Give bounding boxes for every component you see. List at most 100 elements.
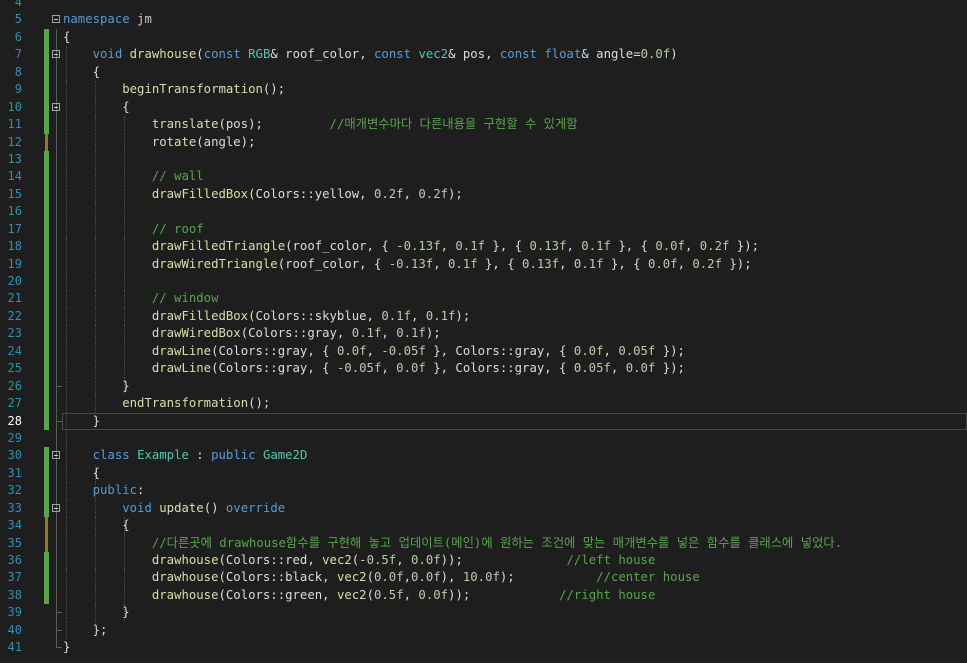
collapse-icon[interactable] — [52, 503, 60, 512]
collapse-icon[interactable] — [52, 50, 60, 59]
code-token: drawLine — [151, 361, 212, 376]
code-line[interactable]: 15 drawFilledBox(Colors::yellow, 0.2f, 0… — [0, 185, 967, 204]
code-line[interactable]: 11 translate(pos); //매개변수마다 다른내용을 구현할 수 … — [0, 116, 967, 134]
code-text[interactable]: drawWiredTriangle(roof_color, { -0.13f, … — [63, 256, 752, 273]
code-line[interactable]: 23 drawWiredBox(Colors::gray, 0.1f, 0.1f… — [0, 325, 967, 343]
code-token: , — [403, 186, 419, 201]
code-line[interactable]: 6{ — [0, 28, 967, 47]
code-line[interactable]: 32 public: — [0, 482, 967, 500]
code-line[interactable]: 26 } — [0, 377, 967, 396]
code-line[interactable]: 25 drawLine(Colors::gray, { -0.05f, 0.0f… — [0, 360, 967, 378]
code-text[interactable]: { — [63, 517, 129, 534]
code-text[interactable]: rotate(angle); — [63, 134, 256, 151]
code-text[interactable]: namespace jm — [63, 11, 152, 28]
code-line[interactable]: 4 — [0, 0, 967, 11]
code-line[interactable]: 30 class Example : public Game2D — [0, 447, 967, 465]
code-text[interactable]: } — [63, 378, 129, 395]
code-text[interactable]: class Example : public Game2D — [63, 447, 308, 464]
code-line[interactable]: 17 // roof — [0, 220, 967, 239]
code-text[interactable]: void drawhouse(const RGB& roof_color, co… — [63, 46, 678, 63]
code-line[interactable]: 38 drawhouse(Colors::green, vec2(0.5f, 0… — [0, 586, 967, 605]
code-text[interactable]: drawhouse(Colors::black, vec2(0.0f,0.0f)… — [63, 569, 700, 586]
code-line[interactable]: 16 — [0, 203, 967, 221]
code-line[interactable]: 20 — [0, 273, 967, 291]
code-token: float — [544, 47, 582, 62]
code-text[interactable]: drawFilledBox(Colors::yellow, 0.2f, 0.2f… — [63, 186, 463, 203]
code-text[interactable]: }; — [63, 622, 108, 639]
code-text[interactable]: drawFilledTriangle(roof_color, { -0.13f,… — [63, 238, 759, 255]
code-text[interactable]: drawhouse(Colors::green, vec2(0.5f, 0.0f… — [63, 587, 656, 604]
code-text[interactable]: { — [63, 465, 100, 482]
change-indicator — [44, 255, 49, 273]
code-text[interactable]: } — [63, 413, 100, 430]
code-line[interactable]: 36 drawhouse(Colors::red, vec2(-0.5f, 0.… — [0, 552, 967, 570]
code-text[interactable]: drawWiredBox(Colors::gray, 0.1f, 0.1f); — [63, 325, 441, 342]
code-text[interactable]: public: — [63, 482, 145, 499]
code-token: , — [381, 361, 397, 376]
code-text[interactable]: endTransformation(); — [63, 395, 270, 412]
code-line[interactable]: 31 { — [0, 464, 967, 483]
code-line[interactable]: 19 drawWiredTriangle(roof_color, { -0.13… — [0, 255, 967, 273]
code-text[interactable]: { — [63, 99, 129, 116]
code-line[interactable]: 39 } — [0, 604, 967, 622]
change-indicator — [44, 116, 49, 134]
code-line[interactable]: 9 beginTransformation(); — [0, 81, 967, 99]
code-text[interactable]: //다른곳에 drawhouse함수를 구현해 놓고 업데이트(메인)에 원하는… — [63, 535, 842, 552]
code-text[interactable]: void update() override — [63, 500, 285, 517]
code-token: (Colors::gray, — [240, 326, 352, 341]
code-token: drawhouse — [151, 553, 219, 567]
code-token: , — [410, 308, 426, 323]
code-text[interactable]: // roof — [63, 221, 204, 238]
code-text[interactable]: { — [63, 64, 100, 81]
code-text[interactable]: drawLine(Colors::gray, { -0.05f, 0.0f },… — [63, 360, 685, 377]
code-token: (angle); — [196, 134, 256, 149]
code-line[interactable]: 29 — [0, 429, 967, 448]
code-token: namespace — [63, 12, 130, 27]
code-token: ( — [366, 570, 374, 585]
code-text[interactable]: // wall — [63, 168, 204, 185]
code-line[interactable]: 27 endTransformation(); — [0, 395, 967, 413]
code-line[interactable]: 7 void drawhouse(const RGB& roof_color, … — [0, 46, 967, 64]
fold-guide — [56, 28, 57, 47]
code-line[interactable]: 13 — [0, 150, 967, 169]
code-line[interactable]: 10 { — [0, 98, 967, 117]
code-line[interactable]: 8 { — [0, 63, 967, 82]
code-line[interactable]: 21 // window — [0, 290, 967, 308]
code-line[interactable]: 12 rotate(angle); — [0, 133, 967, 151]
collapse-icon[interactable] — [52, 102, 60, 111]
code-text[interactable]: beginTransformation(); — [63, 81, 285, 98]
code-line[interactable]: 28 } — [0, 412, 967, 430]
code-line[interactable]: 37 drawhouse(Colors::black, vec2(0.0f,0.… — [0, 569, 967, 587]
code-token: ( — [196, 47, 204, 62]
fold-guide — [56, 203, 57, 221]
code-text[interactable]: drawLine(Colors::gray, { 0.0f, -0.05f },… — [63, 343, 685, 360]
code-line[interactable]: 22 drawFilledBox(Colors::skyblue, 0.1f, … — [0, 307, 967, 326]
change-indicator — [44, 586, 49, 605]
code-token: }, { — [603, 256, 648, 271]
code-text[interactable]: } — [63, 604, 129, 621]
collapse-icon[interactable] — [52, 15, 60, 24]
code-line[interactable]: 24 drawLine(Colors::gray, { 0.0f, -0.05f… — [0, 342, 967, 361]
code-line[interactable]: 35 //다른곳에 drawhouse함수를 구현해 놓고 업데이트(메인)에 … — [0, 534, 967, 552]
code-line[interactable]: 33 void update() override — [0, 499, 967, 518]
code-text[interactable]: drawhouse(Colors::red, vec2(-0.5f, 0.0f)… — [63, 552, 656, 569]
code-token: 0.0f — [647, 256, 678, 271]
fold-guide — [56, 534, 57, 552]
collapse-icon[interactable] — [52, 451, 60, 460]
code-editor[interactable]: 4 5 namespace jm 6{7 void drawhouse(const R… — [0, 0, 967, 657]
code-line[interactable]: 34 { — [0, 517, 967, 535]
code-line[interactable]: 5 namespace jm — [0, 11, 967, 28]
code-text[interactable]: // window — [63, 290, 219, 307]
code-text[interactable]: drawFilledBox(Colors::skyblue, 0.1f, 0.1… — [63, 308, 470, 325]
code-text[interactable]: } — [63, 639, 70, 656]
code-text[interactable]: translate(pos); //매개변수마다 다른내용을 구현할 수 있게함 — [63, 116, 578, 133]
code-line[interactable]: 40 }; — [0, 621, 967, 640]
code-line[interactable]: 18 drawFilledTriangle(roof_color, { -0.1… — [0, 238, 967, 256]
fold-guide — [56, 290, 57, 308]
code-text[interactable]: { — [63, 29, 70, 46]
change-indicator — [44, 412, 49, 430]
code-token: (roof_color, { — [285, 239, 397, 254]
code-line[interactable]: 41} — [0, 639, 967, 656]
code-line[interactable]: 14 // wall — [0, 168, 967, 186]
